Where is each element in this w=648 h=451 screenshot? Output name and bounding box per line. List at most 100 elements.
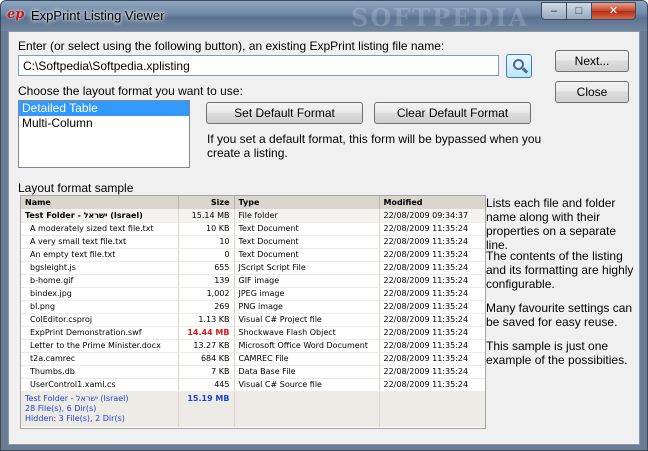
- file-type: PNG image: [234, 300, 380, 314]
- file-name: A moderately sized text file.txt: [21, 222, 179, 236]
- file-size: 13.27 KB: [178, 339, 235, 353]
- file-size: 269: [178, 300, 235, 314]
- column-header-name: Name: [21, 196, 179, 209]
- file-size: 655: [178, 261, 235, 275]
- table-row: An empty text file.txt 0 Text Document 22/0…: [21, 248, 485, 262]
- file-type: CAMREC File: [234, 352, 380, 366]
- table-row: bl.png 269 PNG image 22/08/2009 11:35:24: [21, 300, 485, 314]
- file-size: 684 KB: [178, 352, 235, 366]
- file-name: UserControl1.xaml.cs: [21, 378, 179, 392]
- side-note-1: Lists each file and folder name along wi…: [486, 196, 617, 252]
- file-type: JScript Script File: [234, 261, 380, 275]
- summary-size: 15.19 MB: [178, 391, 235, 427]
- file-name: bl.png: [21, 300, 179, 314]
- file-type: Visual C# Project file: [234, 313, 380, 327]
- file-size: 7 KB: [178, 365, 235, 379]
- file-modified: 22/08/2009 11:35:24: [379, 261, 485, 275]
- folder-type: File folder: [234, 209, 380, 223]
- set-default-format-button[interactable]: Set Default Format: [206, 102, 363, 124]
- side-note-3: Many favourite settings can be saved for…: [486, 301, 633, 329]
- file-type: Shockwave Flash Object: [234, 326, 380, 340]
- dialog-body: Enter (or select using the following but…: [8, 31, 640, 445]
- file-size: 10 KB: [178, 222, 235, 236]
- file-modified: 22/08/2009 11:35:24: [379, 274, 485, 288]
- format-option-multi-column[interactable]: Multi-Column: [19, 116, 189, 131]
- file-modified: 22/08/2009 11:35:24: [379, 339, 485, 353]
- file-type: Visual C# Source file: [234, 378, 380, 392]
- column-header-modified: Modified: [379, 196, 485, 209]
- file-type: Text Document: [234, 222, 380, 236]
- table-row: A moderately sized text file.txt 10 KB Tex…: [21, 222, 485, 236]
- format-option-detailed-table[interactable]: Detailed Table: [19, 101, 189, 116]
- minimize-button[interactable]: –: [541, 2, 567, 20]
- maximize-button[interactable]: □: [566, 2, 592, 20]
- listing-table: Name Size Type Modified Test Folder - יש…: [21, 196, 485, 427]
- magnifier-handle: [521, 67, 529, 74]
- clear-default-format-button[interactable]: Clear Default Format: [374, 102, 531, 124]
- file-name: b-home.gif: [21, 274, 179, 288]
- file-name: A very small text file.txt: [21, 235, 179, 249]
- file-type: Data Base File: [234, 365, 380, 379]
- file-path-input[interactable]: [18, 55, 499, 76]
- table-header-row: Name Size Type Modified: [21, 196, 485, 209]
- table-row: UserControl1.xaml.cs 445 Visual C# Source …: [21, 378, 485, 392]
- folder-size: 15.14 MB: [178, 209, 235, 223]
- column-header-type: Type: [234, 196, 380, 209]
- app-window: ep ExpPrint Listing Viewer SOFTPEDIA – □…: [0, 0, 648, 451]
- table-row: ExpPrint Demonstration.swf 14.44 MB Shockw…: [21, 326, 485, 340]
- file-modified: 22/08/2009 11:35:24: [379, 365, 485, 379]
- file-name: bindex.jpg: [21, 287, 179, 301]
- file-modified: 22/08/2009 11:35:24: [379, 248, 485, 262]
- file-type: GIF image: [234, 274, 380, 288]
- window-title: ExpPrint Listing Viewer: [31, 8, 165, 23]
- file-modified: 22/08/2009 11:35:24: [379, 235, 485, 249]
- file-label: Enter (or select using the following but…: [18, 39, 445, 53]
- file-modified: 22/08/2009 11:35:24: [379, 378, 485, 392]
- table-row: Letter to the Prime Minister.docx 13.27 K…: [21, 339, 485, 353]
- table-row: ColEditor.csproj 1.13 KB Visual C# Project…: [21, 313, 485, 327]
- file-size: 1.13 KB: [178, 313, 235, 327]
- file-modified: 22/08/2009 11:35:24: [379, 287, 485, 301]
- app-logo-icon: ep: [7, 7, 25, 22]
- sample-label: Layout format sample: [18, 181, 134, 195]
- close-button[interactable]: Close: [555, 81, 629, 103]
- summary-empty-modified: [379, 391, 485, 427]
- table-row: bindex.jpg 1,002 JPEG image 22/08/2009 11:3…: [21, 287, 485, 301]
- side-note-2: The contents of the listing and its form…: [486, 249, 634, 291]
- title-bar[interactable]: ep ExpPrint Listing Viewer SOFTPEDIA – □…: [1, 1, 647, 32]
- window-close-button[interactable]: ✕: [591, 2, 636, 20]
- table-row: Thumbs.db 7 KB Data Base File 22/08/2009 11…: [21, 365, 485, 379]
- file-name: ColEditor.csproj: [21, 313, 179, 327]
- folder-row: Test Folder - ישראל (Israel) 15.14 MB Fi…: [21, 209, 485, 223]
- format-label: Choose the layout format you want to use…: [18, 84, 243, 98]
- default-note-line2: create a listing.: [207, 146, 288, 160]
- next-button[interactable]: Next...: [555, 50, 629, 72]
- format-listbox[interactable]: Detailed Table Multi-Column: [18, 100, 190, 168]
- summary-folder: Test Folder - ישראל (Israel): [25, 393, 129, 403]
- file-size: 139: [178, 274, 235, 288]
- file-name: ExpPrint Demonstration.swf: [21, 326, 179, 340]
- file-modified: 22/08/2009 11:35:24: [379, 300, 485, 314]
- browse-button[interactable]: [506, 54, 532, 78]
- file-size: 1,002: [178, 287, 235, 301]
- column-header-size: Size: [178, 196, 235, 209]
- file-size: 445: [178, 378, 235, 392]
- file-size: 14.44 MB: [178, 326, 235, 340]
- file-modified: 22/08/2009 11:35:24: [379, 222, 485, 236]
- file-modified: 22/08/2009 11:35:24: [379, 352, 485, 366]
- file-type: JPEG image: [234, 287, 380, 301]
- table-body: Test Folder - ישראל (Israel) 15.14 MB Fi…: [21, 209, 485, 392]
- folder-modified: 22/08/2009 09:34:37: [379, 209, 485, 223]
- file-name: Thumbs.db: [21, 365, 179, 379]
- side-note-4: This sample is just one example of the p…: [486, 339, 628, 367]
- file-modified: 22/08/2009 11:35:24: [379, 326, 485, 340]
- folder-name: Test Folder - ישראל (Israel): [21, 209, 179, 223]
- watermark: SOFTPEDIA: [351, 3, 530, 32]
- summary-text: Test Folder - ישראל (Israel) 28 File(s),…: [21, 391, 179, 427]
- summary-hidden: Hidden: 3 File(s), 2 Dir(s): [25, 413, 125, 423]
- summary-counts: 28 File(s), 6 Dir(s): [25, 403, 97, 413]
- summary-empty-type: [234, 391, 380, 427]
- file-name: bgsleight.js: [21, 261, 179, 275]
- file-type: Text Document: [234, 235, 380, 249]
- table-row: t2a.camrec 684 KB CAMREC File 22/08/2009 11…: [21, 352, 485, 366]
